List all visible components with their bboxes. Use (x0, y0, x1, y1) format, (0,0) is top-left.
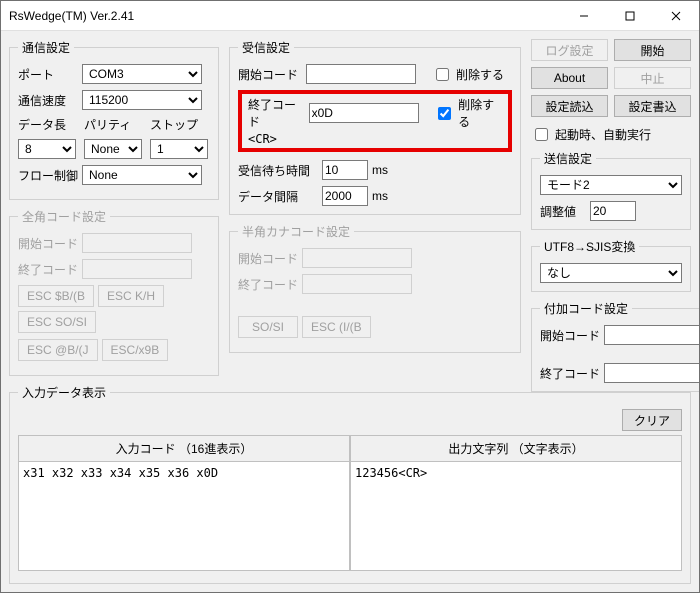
comm-legend: 通信設定 (18, 39, 74, 56)
end-delete-checkbox[interactable] (438, 107, 451, 120)
zen-btn2: ESC K/H (98, 285, 164, 307)
port-select[interactable]: COM3 (82, 64, 202, 84)
recv-legend: 受信設定 (238, 39, 294, 56)
output-pane: 出力文字列 （文字表示） 123456<CR> (350, 435, 682, 571)
read-setting-button[interactable]: 設定読込 (531, 95, 608, 117)
utf-group: UTF8→SJIS変換 なし (531, 238, 691, 292)
close-button[interactable] (653, 1, 699, 31)
end-code-highlight: 終了コード 削除する <CR> (238, 90, 512, 152)
log-setting-button: ログ設定 (531, 39, 608, 61)
zen-end-label: 終了コード (18, 261, 78, 278)
stop-label: ストップ (150, 116, 208, 133)
utf-select[interactable]: なし (540, 263, 682, 283)
zen-btn3: ESC SO/SI (18, 311, 96, 333)
port-label: ポート (18, 66, 78, 83)
append-legend: 付加コード設定 (540, 300, 632, 317)
window-title: RsWedge(TM) Ver.2.41 (9, 9, 561, 23)
data-select[interactable]: 8 (18, 139, 76, 159)
end-code-friendly: <CR> (248, 132, 277, 146)
autorun-chk[interactable]: 起動時、自動実行 (531, 125, 691, 144)
adjust-label: 調整値 (540, 203, 586, 220)
append-start-label: 開始コード (540, 327, 600, 344)
output-header: 出力文字列 （文字表示） (351, 436, 681, 462)
send-legend: 送信設定 (540, 150, 596, 167)
maximize-button[interactable] (607, 1, 653, 31)
zen-start-label: 開始コード (18, 235, 78, 252)
stop-select[interactable]: 1 (150, 139, 208, 159)
append-group: 付加コード設定 開始コード 終了コード (531, 300, 699, 392)
io-group: 入力データ表示 クリア 入力コード （16進表示） x31 x32 x33 x3… (9, 384, 691, 584)
hankaku-group: 半角カナコード設定 開始コード 終了コード SO/SI ESC (I/(B (229, 223, 521, 353)
zenkaku-group: 全角コード設定 開始コード 終了コード ESC $B/(B ESC K/H ES… (9, 208, 219, 376)
end-code-input[interactable] (309, 103, 419, 123)
wait-input[interactable] (322, 160, 368, 180)
about-button[interactable]: About (531, 67, 608, 89)
parity-select[interactable]: None (84, 139, 142, 159)
append-end-input[interactable] (604, 363, 699, 383)
data-label: データ長 (18, 116, 76, 133)
zen-end-input (82, 259, 192, 279)
han-end-label: 終了コード (238, 276, 298, 293)
start-delete-chk[interactable]: 削除する (432, 65, 504, 84)
minimize-button[interactable] (561, 1, 607, 31)
stop-button: 中止 (614, 67, 691, 89)
io-legend: 入力データ表示 (18, 384, 110, 401)
start-code-label: 開始コード (238, 66, 302, 83)
utf-legend: UTF8→SJIS変換 (540, 238, 639, 255)
interval-unit: ms (372, 189, 388, 203)
baud-select[interactable]: 115200 (82, 90, 202, 110)
titlebar: RsWedge(TM) Ver.2.41 (1, 1, 699, 31)
wait-label: 受信待ち時間 (238, 162, 318, 179)
input-header: 入力コード （16進表示） (19, 436, 349, 462)
interval-label: データ間隔 (238, 188, 318, 205)
clear-button[interactable]: クリア (622, 409, 682, 431)
adjust-input[interactable] (590, 201, 636, 221)
output-body[interactable]: 123456<CR> (351, 462, 681, 570)
start-delete-checkbox[interactable] (436, 68, 449, 81)
zen-btn5: ESC/x9B (102, 339, 169, 361)
zen-start-input (82, 233, 192, 253)
wait-unit: ms (372, 163, 388, 177)
han-btn2: ESC (I/(B (302, 316, 371, 338)
end-code-label: 終了コード (248, 96, 305, 130)
send-mode-select[interactable]: モード2 (540, 175, 682, 195)
start-button[interactable]: 開始 (614, 39, 691, 61)
start-code-input[interactable] (306, 64, 416, 84)
baud-label: 通信速度 (18, 92, 78, 109)
zen-btn1: ESC $B/(B (18, 285, 94, 307)
write-setting-button[interactable]: 設定書込 (614, 95, 691, 117)
zenkaku-legend: 全角コード設定 (18, 208, 110, 225)
send-group: 送信設定 モード2 調整値 (531, 150, 691, 230)
parity-label: パリティ (84, 116, 142, 133)
flow-select[interactable]: None (82, 165, 202, 185)
han-start-input (302, 248, 412, 268)
flow-label: フロー制御 (18, 167, 78, 184)
append-end-label: 終了コード (540, 365, 600, 382)
han-start-label: 開始コード (238, 250, 298, 267)
interval-input[interactable] (322, 186, 368, 206)
han-btn1: SO/SI (238, 316, 298, 338)
input-body[interactable]: x31 x32 x33 x34 x35 x36 x0D (19, 462, 349, 570)
autorun-checkbox[interactable] (535, 128, 548, 141)
hankaku-legend: 半角カナコード設定 (238, 223, 354, 240)
append-start-input[interactable] (604, 325, 699, 345)
recv-group: 受信設定 開始コード 削除する 終了コード (229, 39, 521, 215)
end-delete-chk[interactable]: 削除する (434, 96, 502, 130)
zen-btn4: ESC @B/(J (18, 339, 98, 361)
han-end-input (302, 274, 412, 294)
input-pane: 入力コード （16進表示） x31 x32 x33 x34 x35 x36 x0… (18, 435, 350, 571)
comm-group: 通信設定 ポート COM3 通信速度 115200 データ (9, 39, 219, 200)
